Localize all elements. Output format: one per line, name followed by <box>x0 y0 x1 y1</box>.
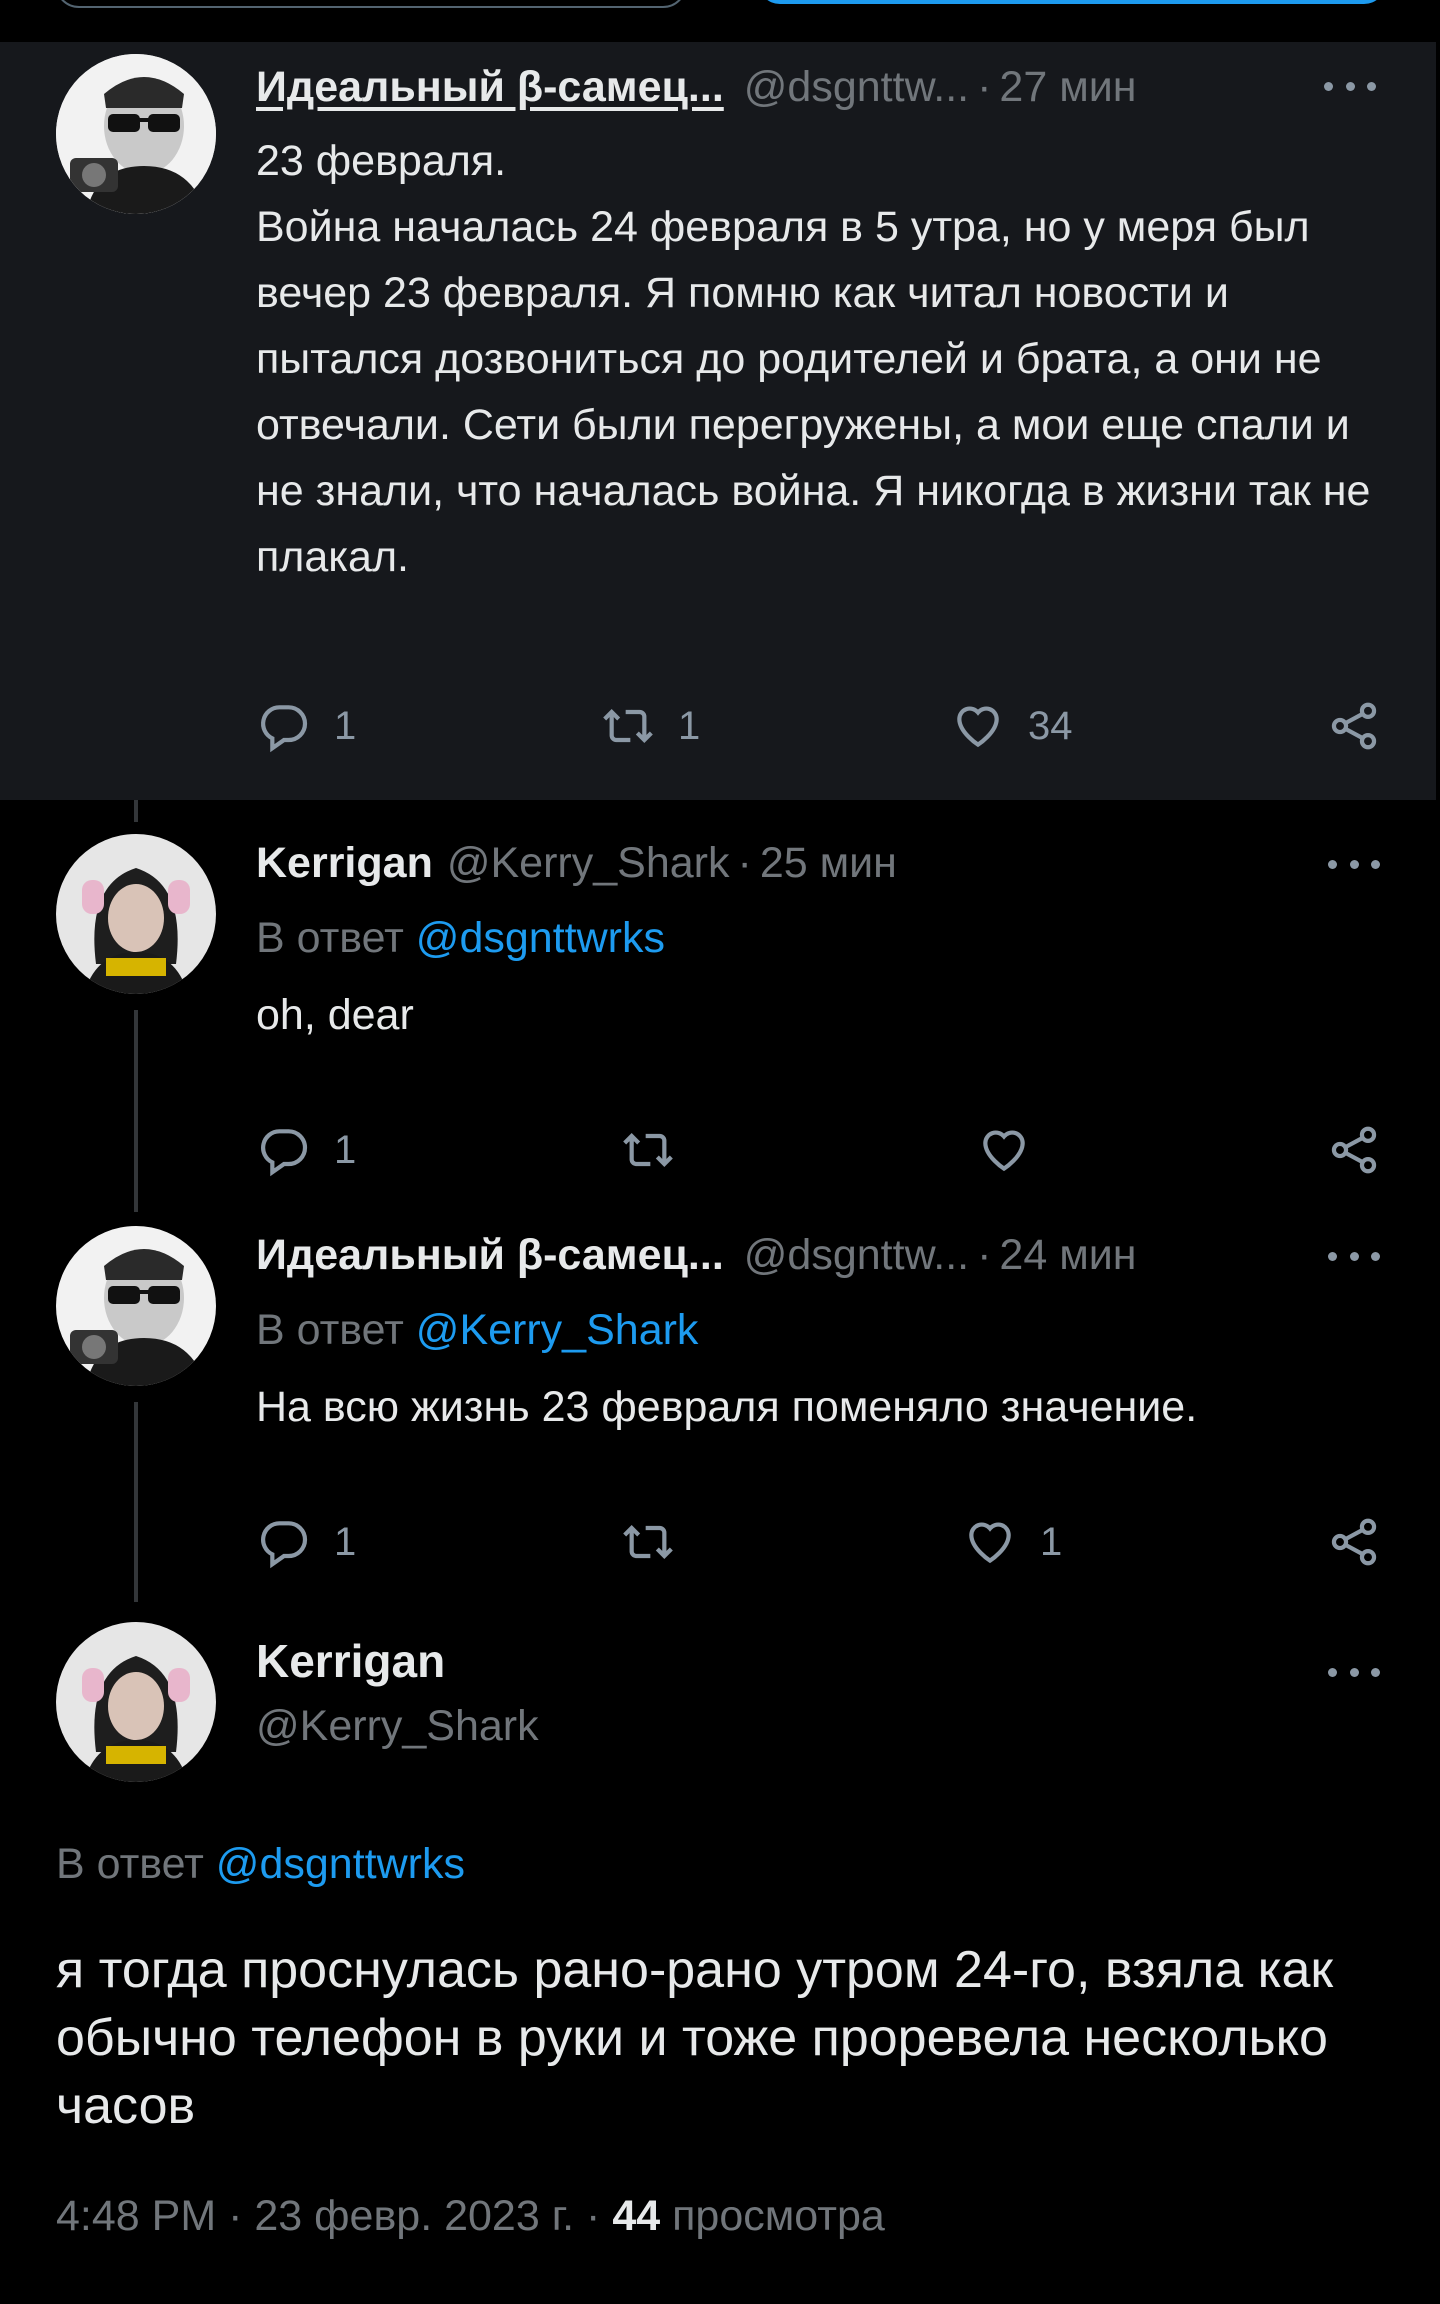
avatar[interactable] <box>56 834 216 994</box>
share-button[interactable] <box>1326 696 1382 756</box>
reply-prefix: В ответ <box>256 914 404 962</box>
retweet-icon <box>603 709 653 743</box>
reply-icon <box>261 1521 308 1569</box>
share-icon <box>1331 702 1377 750</box>
tweet-text: oh, dear <box>256 991 414 1039</box>
more-icon[interactable] <box>1328 1662 1380 1682</box>
timestamp[interactable]: 24 мин <box>999 1231 1136 1280</box>
tweet-header: Kerrigan @Kerry_Shark · 25 мин <box>256 838 897 888</box>
retweet-button[interactable] <box>620 1512 698 1572</box>
share-button[interactable] <box>1326 1512 1382 1572</box>
handle[interactable]: @dsgnttw... <box>744 63 969 112</box>
tweet-header: Идеальный β-самец... @dsgnttw... · 24 ми… <box>256 1230 1137 1280</box>
like-count: 1 <box>1040 1519 1063 1564</box>
share-icon <box>1331 1126 1377 1174</box>
timestamp[interactable]: 27 мин <box>999 63 1136 112</box>
reply-icon <box>261 705 308 753</box>
tweet-header: Идеальный β-самец... @dsgnttw... · 27 ми… <box>256 62 1137 112</box>
reply-button[interactable]: 1 <box>256 696 356 756</box>
like-button[interactable]: 34 <box>950 696 1073 756</box>
reply-to-link[interactable]: @dsgnttwrks <box>216 1840 465 1888</box>
reply-count: 1 <box>334 1519 357 1564</box>
reply-prefix: В ответ <box>56 1840 204 1888</box>
tweet-actions: 1 1 34 <box>256 696 1386 756</box>
tweet-time[interactable]: 4:48 PM <box>56 2192 216 2240</box>
share-icon <box>1331 1518 1377 1566</box>
reply-button[interactable]: 1 <box>256 1120 356 1180</box>
reply-context: В ответ @dsgnttwrks <box>256 914 665 963</box>
main-tweet: Kerrigan @Kerry_Shark В ответ @dsgnttwrk… <box>0 1610 1440 2304</box>
reply-to-link[interactable]: @Kerry_Shark <box>416 1306 699 1354</box>
separator: · <box>586 2192 601 2240</box>
separator: · <box>737 838 752 887</box>
handle[interactable]: @dsgnttw... <box>744 1231 969 1280</box>
separator: · <box>228 2192 243 2240</box>
like-button[interactable] <box>976 1120 1054 1180</box>
more-icon[interactable] <box>1328 854 1380 874</box>
avatar[interactable] <box>56 1226 216 1386</box>
display-name[interactable]: Идеальный β-самец... <box>256 63 724 112</box>
reply-context: В ответ @Kerry_Shark <box>256 1306 698 1355</box>
separator: · <box>977 1230 992 1279</box>
tweet-date[interactable]: 23 февр. 2023 г. <box>254 2192 574 2240</box>
reply-count: 1 <box>334 703 357 748</box>
retweet-button[interactable] <box>620 1120 698 1180</box>
reply-to-link[interactable]: @dsgnttwrks <box>416 914 665 962</box>
like-icon <box>983 1130 1025 1172</box>
display-name[interactable]: Kerrigan <box>256 839 433 888</box>
separator: · <box>977 62 992 111</box>
reply-prefix: В ответ <box>256 1306 404 1354</box>
display-name[interactable]: Идеальный β-самец... <box>256 1231 724 1280</box>
tweet[interactable]: Kerrigan @Kerry_Shark · 25 мин В ответ @… <box>0 830 1440 1190</box>
handle[interactable]: @Kerry_Shark <box>256 1702 539 1751</box>
retweet-button[interactable]: 1 <box>600 696 700 756</box>
primary-button[interactable] <box>758 0 1386 4</box>
retweet-count: 1 <box>678 703 701 748</box>
more-icon[interactable] <box>1328 1246 1380 1266</box>
tweet-actions: 1 <box>256 1120 1386 1180</box>
retweet-icon <box>623 1525 673 1559</box>
views-count[interactable]: 44 <box>612 2192 660 2240</box>
tweet-actions: 1 1 <box>256 1512 1386 1572</box>
timestamp[interactable]: 25 мин <box>760 839 897 888</box>
avatar[interactable] <box>56 1622 216 1782</box>
top-buttons <box>0 0 1440 10</box>
reply-icon <box>261 1129 308 1177</box>
display-name[interactable]: Kerrigan <box>256 1634 445 1688</box>
retweet-icon <box>623 1133 673 1167</box>
tweet[interactable]: Идеальный β-самец... @dsgnttw... · 27 ми… <box>0 42 1436 800</box>
tweet[interactable]: Идеальный β-самец... @dsgnttw... · 24 ми… <box>0 1222 1440 1582</box>
like-icon <box>957 706 999 748</box>
share-button[interactable] <box>1326 1120 1382 1180</box>
tweet-text: На всю жизнь 23 февраля поменяло значени… <box>256 1383 1198 1431</box>
views-label: просмотра <box>672 2192 885 2240</box>
tweet-text: 23 февраля. Война началась 24 февраля в … <box>256 137 1371 581</box>
tweet-meta: 4:48 PM · 23 февр. 2023 г. · 44 просмотр… <box>56 2192 885 2241</box>
like-icon <box>969 1522 1011 1564</box>
like-button[interactable]: 1 <box>962 1512 1062 1572</box>
reply-button[interactable]: 1 <box>256 1512 356 1572</box>
handle[interactable]: @Kerry_Shark <box>447 839 730 888</box>
reply-count: 1 <box>334 1127 357 1172</box>
like-count: 34 <box>1028 703 1073 748</box>
avatar[interactable] <box>56 54 216 214</box>
reply-context: В ответ @dsgnttwrks <box>56 1840 465 1889</box>
more-icon[interactable] <box>1324 76 1376 96</box>
tweet-text: я тогда проснулась рано-рано утром 24-го… <box>56 1941 1334 2135</box>
follow-button-outline[interactable] <box>55 0 687 8</box>
